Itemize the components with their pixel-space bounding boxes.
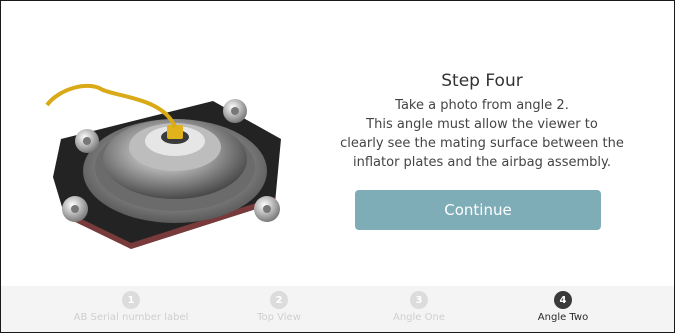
step-number-badge: 4 [554,291,572,309]
step-title: Step Four [441,71,523,91]
instruction-line: inflator plates and the airbag assembly. [353,155,611,170]
step-instructions: Take a photo from angle 2. This angle mu… [317,96,647,172]
step-label: AB Serial number label [73,312,189,323]
step-label: Top View [257,312,301,323]
progress-stepper: 1 AB Serial number label 2 Top View 3 An… [1,286,674,332]
progress-step-4[interactable]: 4 Angle Two [488,291,638,323]
step-label: Angle Two [537,312,589,323]
step-number-badge: 1 [122,291,140,309]
nut-top-left [75,129,99,153]
airbag-inflator-image [45,83,281,249]
nut-bottom-left [62,196,88,222]
progress-step-2[interactable]: 2 Top View [204,291,354,323]
step-content: Step Four Take a photo from angle 2. Thi… [317,1,647,286]
nut-bottom-right [254,196,280,222]
step-number-badge: 2 [270,291,288,309]
instruction-line: clearly see the mating surface between t… [340,136,624,151]
instruction-line: This angle must allow the viewer to [366,117,598,132]
step-label: Angle One [393,312,445,323]
step-number-badge: 3 [410,291,428,309]
step-dialog: Step Four Take a photo from angle 2. Thi… [0,0,675,333]
progress-step-3[interactable]: 3 Angle One [344,291,494,323]
continue-button[interactable]: Continue [355,190,601,230]
nut-top-right [223,99,247,123]
progress-step-1[interactable]: 1 AB Serial number label [56,291,206,323]
instruction-line: Take a photo from angle 2. [395,98,569,113]
